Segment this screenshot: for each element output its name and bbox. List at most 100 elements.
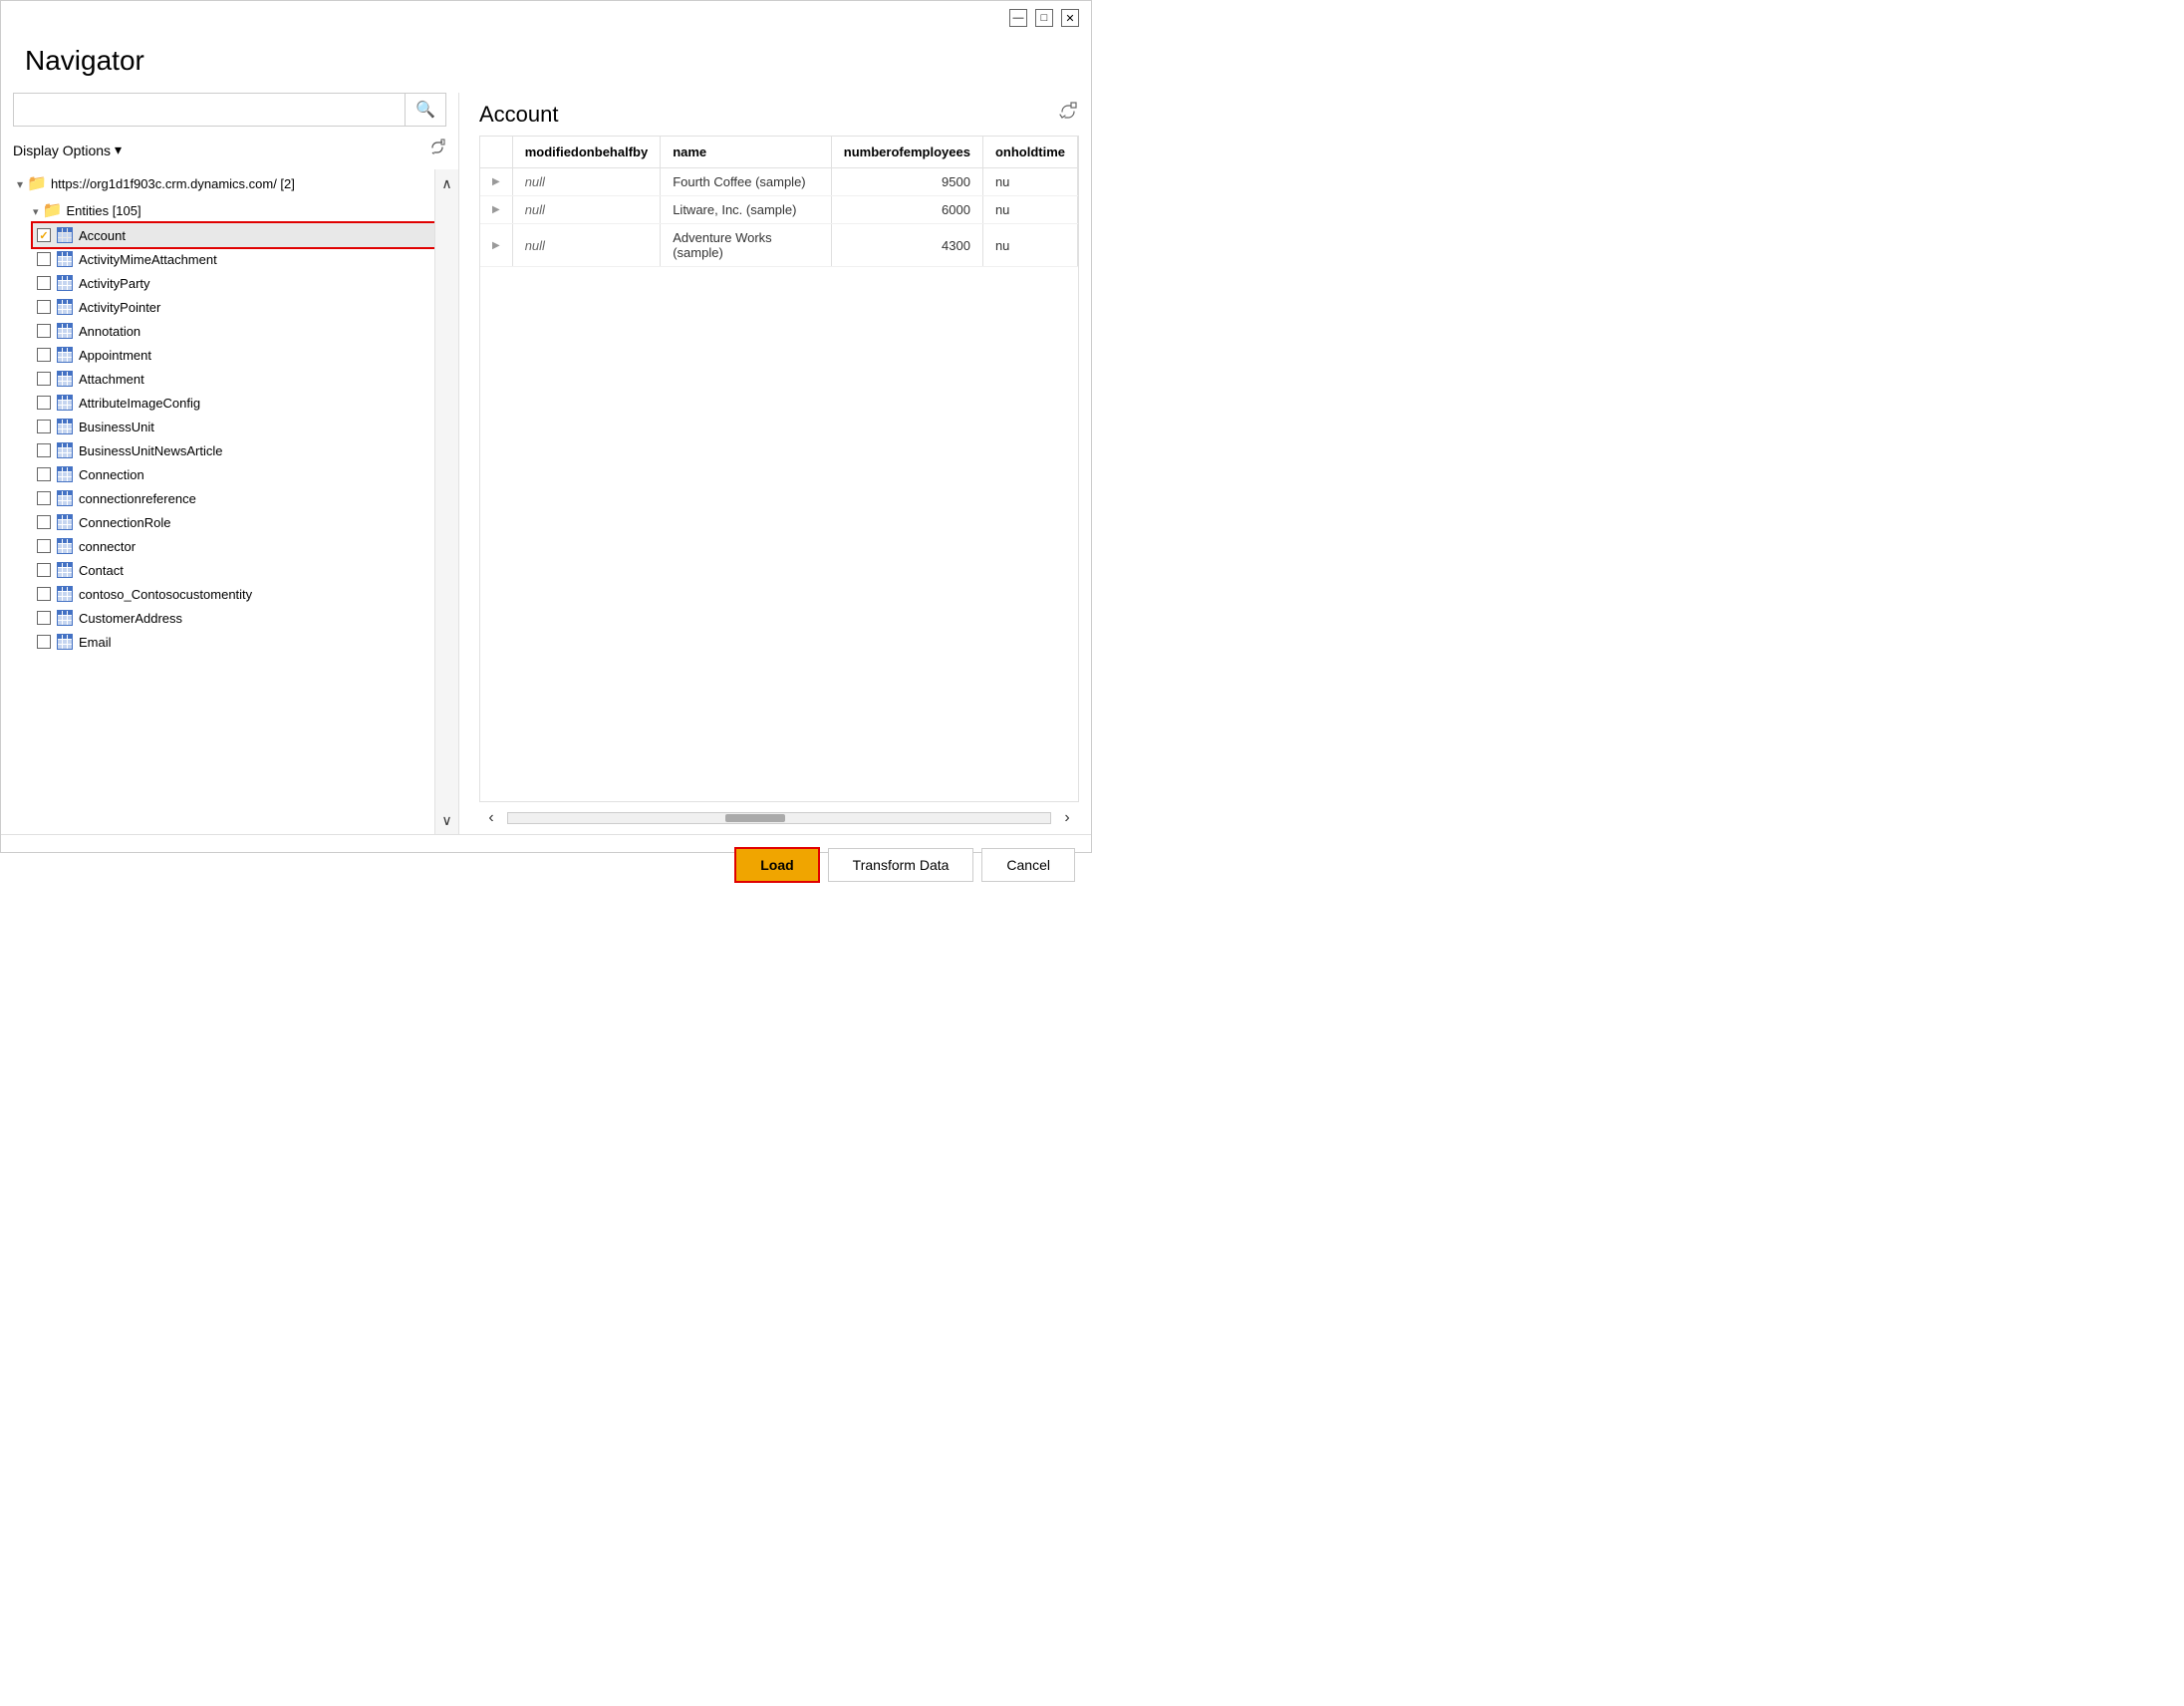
tree-item-checkbox[interactable] [37, 276, 51, 290]
tree-item-checkbox[interactable] [37, 491, 51, 505]
cell-numberofemployees: 6000 [831, 196, 982, 224]
search-button[interactable]: 🔍 [405, 94, 445, 126]
tree-item[interactable]: AttributeImageConfig [33, 391, 458, 415]
scroll-down-arrow[interactable]: ∨ [437, 810, 457, 830]
tree-item-checkbox[interactable] [37, 443, 51, 457]
data-refresh-icon[interactable] [1057, 101, 1079, 128]
tree-item[interactable]: contoso_Contosocustomentity [33, 582, 458, 606]
tree-item[interactable]: Appointment [33, 343, 458, 367]
scrollbar-track[interactable] [507, 812, 1051, 824]
tree-item[interactable]: Annotation [33, 319, 458, 343]
transform-data-button[interactable]: Transform Data [828, 848, 974, 882]
table-row: ▶nullFourth Coffee (sample)9500nu [480, 168, 1078, 196]
tree-item-checkbox[interactable] [37, 252, 51, 266]
display-options-bar: Display Options ▾ [1, 135, 458, 165]
page-title: Navigator [1, 35, 1091, 93]
tree-item[interactable]: Contact [33, 558, 458, 582]
left-panel: 🔍 Display Options ▾ [1, 93, 459, 834]
tree-item[interactable]: Connection [33, 462, 458, 486]
tree-item-label: Annotation [79, 324, 140, 339]
minimize-button[interactable]: — [1009, 9, 1027, 27]
display-options-label: Display Options [13, 142, 111, 158]
cell-modifiedonbehalfby: null [512, 168, 661, 196]
table-icon [57, 466, 73, 482]
tree-item-checkbox[interactable] [37, 539, 51, 553]
tree-item[interactable]: Account [33, 223, 458, 247]
row-indicator: ▶ [480, 196, 512, 224]
tree-item-checkbox[interactable] [37, 635, 51, 649]
maximize-button[interactable]: □ [1035, 9, 1053, 27]
cell-onholdtime: nu [982, 224, 1077, 267]
tree-item-label: BusinessUnit [79, 420, 154, 434]
entities-group-label: Entities [105] [66, 203, 140, 218]
scroll-right-button[interactable]: › [1055, 808, 1079, 828]
tree-item-label: Contact [79, 563, 124, 578]
tree-area: 📁 https://org1d1f903c.crm.dynamics.com/ … [1, 169, 458, 834]
tree-item[interactable]: ActivityMimeAttachment [33, 247, 458, 271]
folder-icon: 📁 [27, 173, 47, 193]
table-icon [57, 634, 73, 650]
entities-section: 📁 Entities [105] Account ActivityMimeAtta… [25, 197, 458, 654]
tree-item[interactable]: ActivityParty [33, 271, 458, 295]
tree-root-node[interactable]: 📁 https://org1d1f903c.crm.dynamics.com/ … [9, 169, 458, 197]
scroll-left-button[interactable]: ‹ [479, 808, 503, 828]
tree-item-checkbox[interactable] [37, 348, 51, 362]
tree-item-checkbox[interactable] [37, 228, 51, 242]
row-indicator: ▶ [480, 168, 512, 196]
tree-item[interactable]: connector [33, 534, 458, 558]
col-header-numberofemployees[interactable]: numberofemployees [831, 137, 982, 168]
close-button[interactable]: ✕ [1061, 9, 1079, 27]
cell-modifiedonbehalfby: null [512, 224, 661, 267]
table-icon [57, 395, 73, 411]
tree-item-label: connectionreference [79, 491, 196, 506]
right-header: Account [479, 93, 1091, 136]
table-icon [57, 490, 73, 506]
tree-item-label: Connection [79, 467, 144, 482]
tree-item-label: AttributeImageConfig [79, 396, 200, 411]
tree-item-label: Attachment [79, 372, 144, 387]
tree-item-label: BusinessUnitNewsArticle [79, 443, 223, 458]
cell-name: Adventure Works (sample) [661, 224, 832, 267]
tree-item-label: Account [79, 228, 126, 243]
table-row: ▶nullLitware, Inc. (sample)6000nu [480, 196, 1078, 224]
col-header-onholdtime[interactable]: onholdtime [982, 137, 1077, 168]
scroll-up-arrow[interactable]: ∧ [437, 173, 457, 193]
tree-item[interactable]: ActivityPointer [33, 295, 458, 319]
load-button[interactable]: Load [734, 847, 819, 883]
tree-item[interactable]: CustomerAddress [33, 606, 458, 630]
tree-item-checkbox[interactable] [37, 611, 51, 625]
tree-item-checkbox[interactable] [37, 324, 51, 338]
search-input[interactable] [14, 96, 405, 124]
entities-folder-icon: 📁 [43, 200, 63, 220]
cancel-button[interactable]: Cancel [981, 848, 1075, 882]
tree-item[interactable]: Email [33, 630, 458, 654]
right-panel: Account modifiedonbehalfby name numbe [459, 93, 1091, 834]
tree-item-checkbox[interactable] [37, 300, 51, 314]
col-header-modifiedonbehalfby[interactable]: modifiedonbehalfby [512, 137, 661, 168]
tree-item-checkbox[interactable] [37, 467, 51, 481]
cell-onholdtime: nu [982, 168, 1077, 196]
tree-item-label: ActivityMimeAttachment [79, 252, 217, 267]
tree-item-checkbox[interactable] [37, 396, 51, 410]
tree-item-checkbox[interactable] [37, 420, 51, 433]
tree-item-checkbox[interactable] [37, 515, 51, 529]
tree-item[interactable]: Attachment [33, 367, 458, 391]
cell-modifiedonbehalfby: null [512, 196, 661, 224]
table-icon [57, 299, 73, 315]
col-header-name[interactable]: name [661, 137, 832, 168]
table-icon [57, 610, 73, 626]
table-icon [57, 227, 73, 243]
entities-expand-icon [33, 203, 39, 218]
refresh-icon[interactable] [428, 139, 446, 161]
tree-item[interactable]: BusinessUnit [33, 415, 458, 438]
tree-item[interactable]: ConnectionRole [33, 510, 458, 534]
entities-group-node[interactable]: 📁 Entities [105] [25, 197, 458, 223]
tree-item[interactable]: BusinessUnitNewsArticle [33, 438, 458, 462]
tree-item[interactable]: connectionreference [33, 486, 458, 510]
display-options-button[interactable]: Display Options ▾ [13, 142, 122, 158]
tree-item-checkbox[interactable] [37, 372, 51, 386]
tree-item-checkbox[interactable] [37, 587, 51, 601]
tree-item-checkbox[interactable] [37, 563, 51, 577]
tree-item-label: contoso_Contosocustomentity [79, 587, 252, 602]
tree-item-label: ConnectionRole [79, 515, 171, 530]
